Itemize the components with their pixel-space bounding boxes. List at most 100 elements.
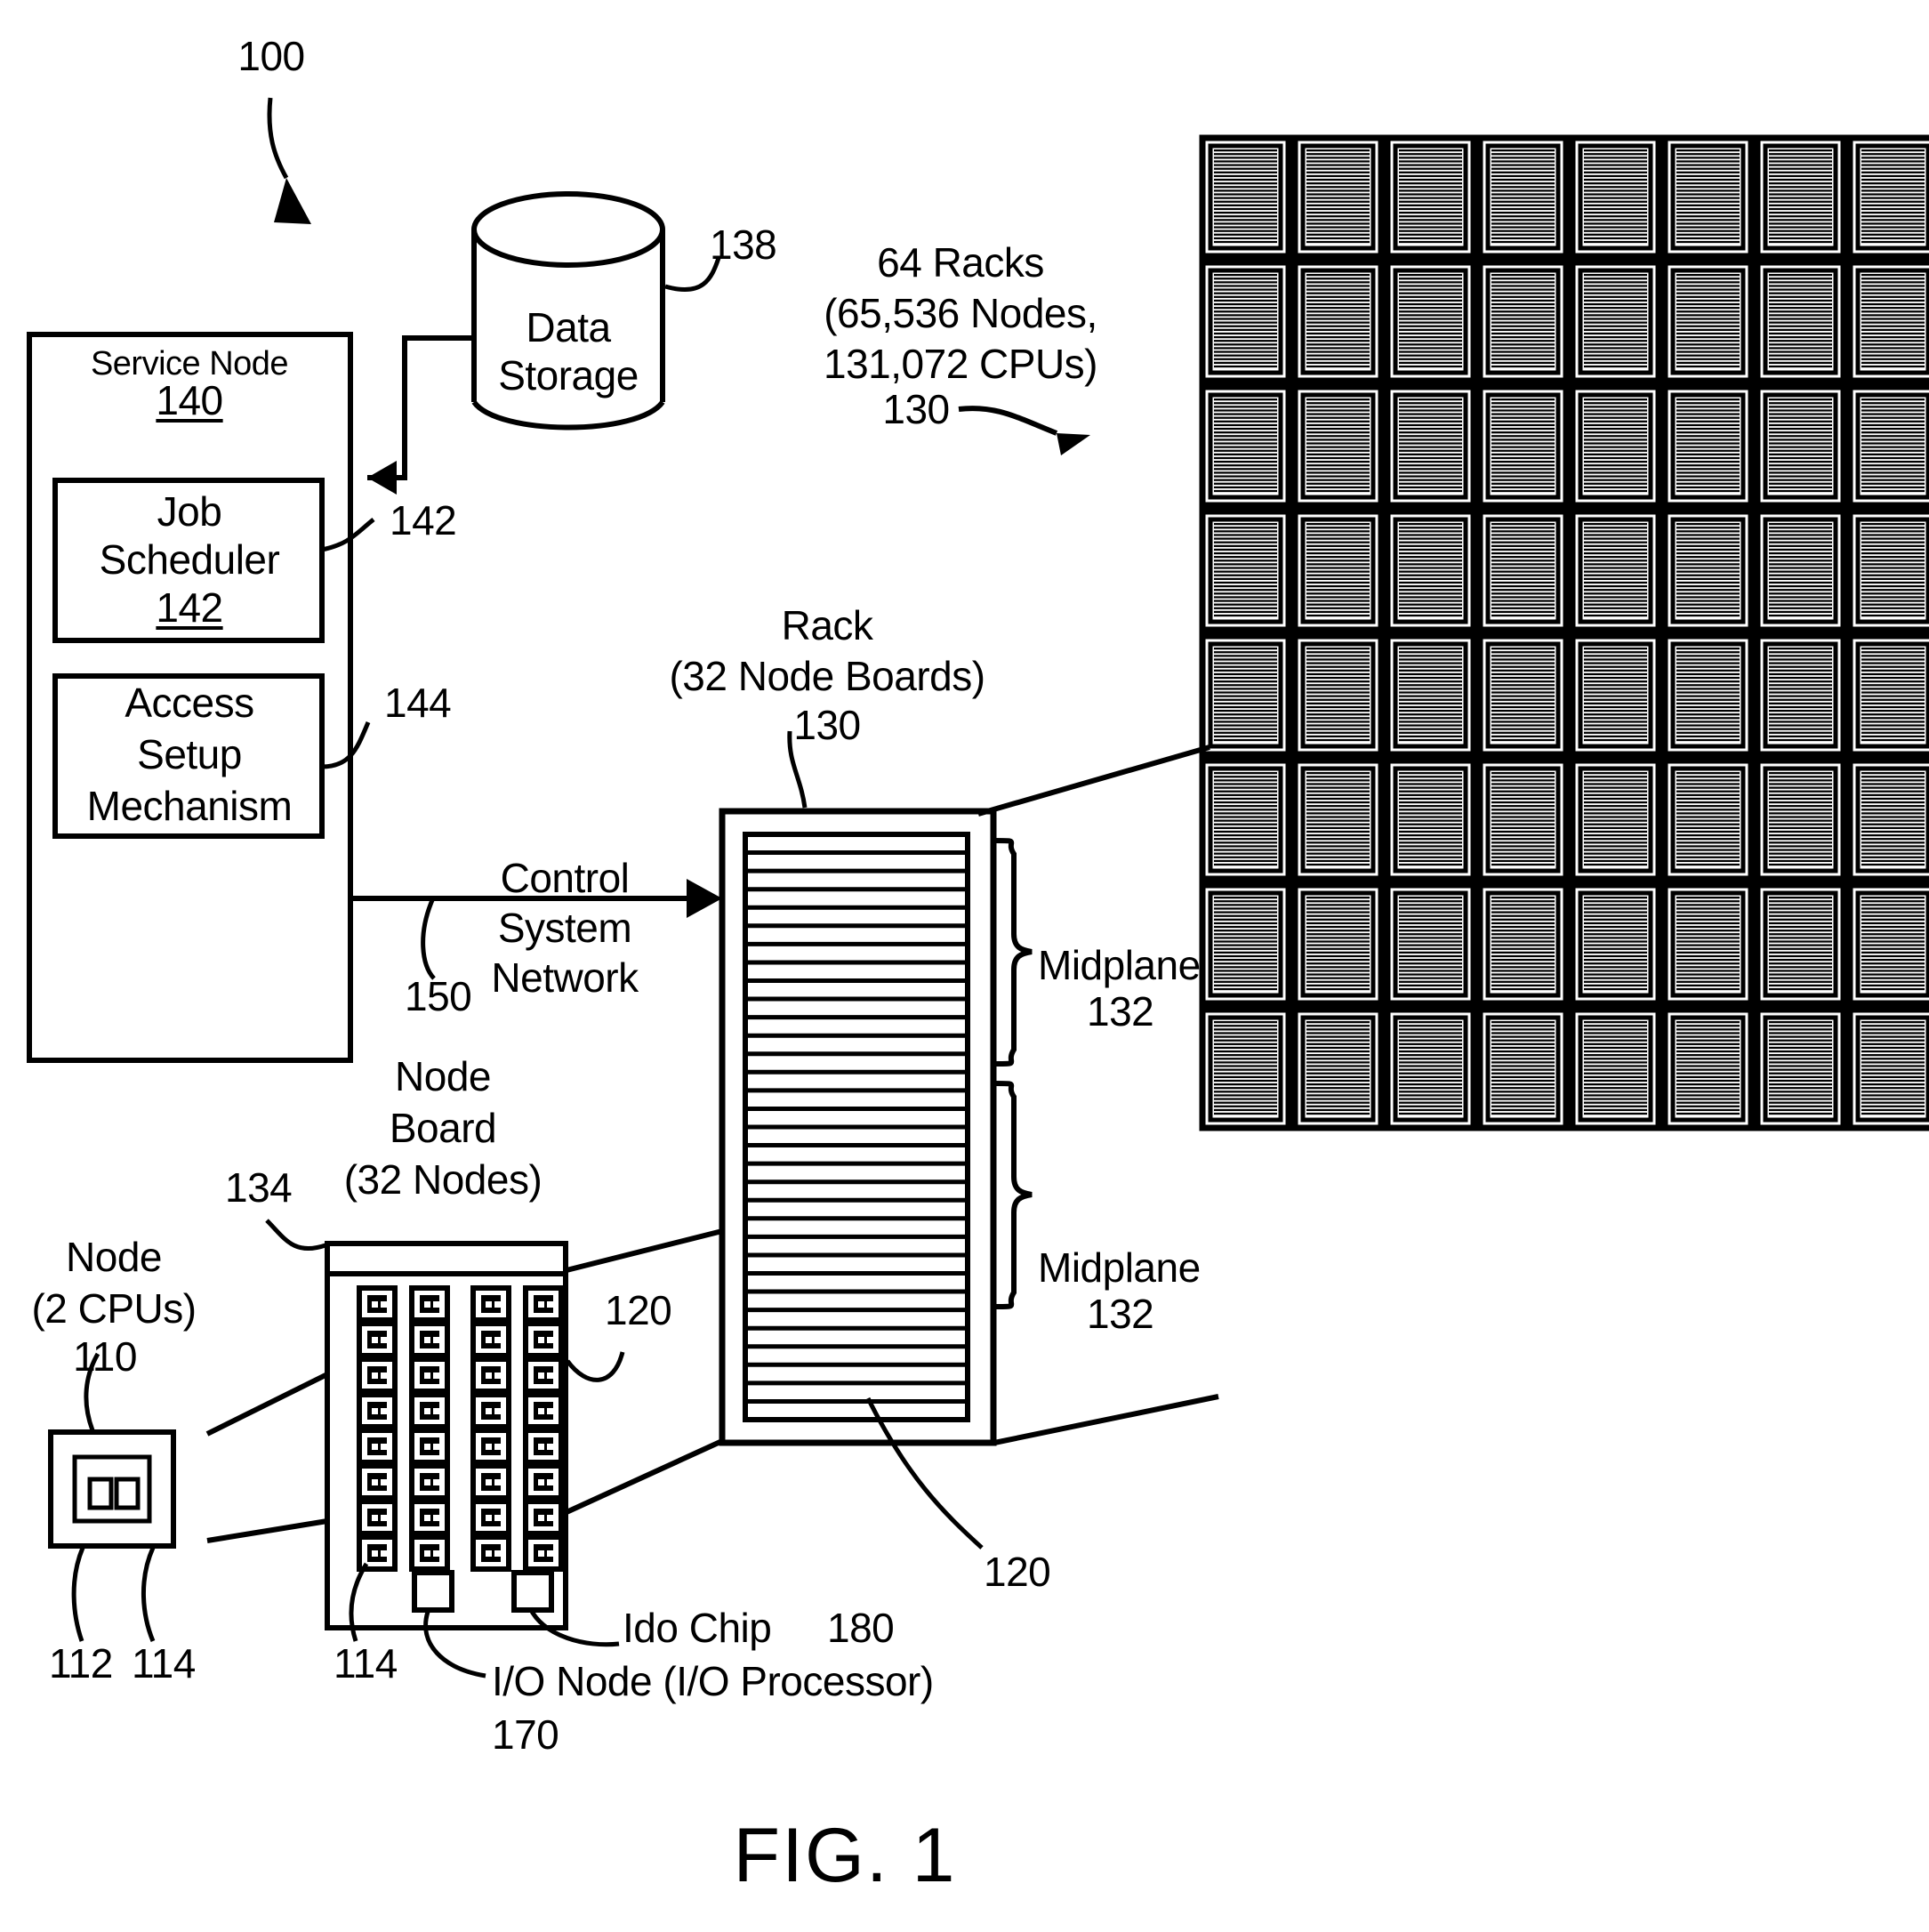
rack-slot-stripe [1214,332,1277,335]
rack-slot-stripe [1491,182,1555,185]
service-node-ref-140: 140 [156,377,223,423]
rack-slot-stripe [1769,420,1832,423]
rack-slot-stripe [1769,314,1832,317]
rack-slot-stripe [1861,157,1925,159]
rack-slot-stripe [1399,278,1462,280]
rack-slot-stripe [1491,171,1555,173]
rack-slot-stripe [1306,365,1370,368]
rack-slot-stripe [1861,1091,1925,1093]
rack-slot-stripe [1769,318,1832,320]
rack-slot-stripe [1214,947,1277,950]
rack-slot-stripe [1399,537,1462,540]
rack-slot-stripe [1491,954,1555,958]
rack-unit [1476,134,1570,260]
rack-slot-stripe [1214,1021,1277,1024]
rack-slot-stripe [1584,186,1647,189]
rack-slot-stripe [1769,1105,1832,1107]
rack-slot-stripe [1584,398,1647,401]
rack-slot-stripe [1306,797,1370,801]
node-chip-cpu-a [372,1550,378,1557]
rack-slot-stripe [1399,665,1462,668]
rack-slot-stripe [1306,1068,1370,1071]
rack-slot-stripe [1584,153,1647,156]
rack-slot-stripe [1399,534,1462,536]
rack-slot-stripe [1306,439,1370,441]
rack-slot-stripe [1861,738,1925,742]
rack-slot-stripe [1491,826,1555,829]
node-board-line3: (32 Nodes) [343,1156,543,1203]
node-chip-cpu-a [424,1373,430,1379]
midplane-lower-label: Midplane [1038,1244,1201,1291]
rack-slot-stripe [1769,904,1832,906]
center-rack-enclosure [719,808,997,1446]
rack-slot-stripe [1584,809,1647,811]
rack-slot-stripe [1676,563,1740,566]
rack-slot-stripe [1214,790,1277,793]
rack-slot-stripe [1861,475,1925,478]
rack-slot-stripe [1399,793,1462,796]
rack-slot-stripe [1584,695,1647,697]
rack-unit [1291,134,1385,260]
rack-slot-stripe [1861,922,1925,925]
rack-slot-stripe [1676,783,1740,785]
rack-slot-stripe [1584,925,1647,929]
rack-slot-stripe [1769,589,1832,592]
rack-slot-stripe [1399,153,1462,156]
rack-slot-stripe [1399,347,1462,350]
rack-slot-stripe [1491,735,1555,738]
rack-slot-stripe [1861,523,1925,526]
rack-slot-stripe [1676,281,1740,284]
rack-slot-stripe [1676,292,1740,294]
rack-slot-stripe [1769,819,1832,822]
rack-slot-stripe [1584,325,1647,327]
rack-unit [1199,508,1292,633]
rack-slot-stripe [1584,292,1647,294]
rack-slot-stripe [1399,977,1462,979]
rack-slot-stripe [1861,548,1925,551]
rack-slot-stripe [1676,1072,1740,1075]
rack-slot-stripe [1769,793,1832,796]
rack-slot-stripe [1676,797,1740,801]
rack-slot-stripe [1491,918,1555,921]
rack-slot-stripe [1676,182,1740,185]
rack-slot-stripe [1584,278,1647,280]
rack-slot-stripe [1676,852,1740,855]
rack-slot-stripe [1399,471,1462,474]
rack-slot-stripe [1491,669,1555,672]
rack-slot-stripe [1861,651,1925,654]
rack-slot-stripe [1399,1032,1462,1034]
rack-slot-stripe [1676,607,1740,609]
rack-unit [1754,134,1847,260]
rack-slot-stripe [1861,662,1925,664]
job-scheduler-ref-142: 142 [156,584,223,631]
rack-slot-stripe [1399,863,1462,866]
rack-slot-stripe [1676,1025,1740,1027]
rack-slot-stripe [1769,281,1832,284]
rack-slot-stripe [1306,182,1370,185]
rack-slot-stripe [1861,1072,1925,1075]
node-chip-cpu-b [381,1337,387,1343]
rack-slot-stripe [1306,1075,1370,1078]
rack-slot-stripe [1861,409,1925,412]
rack-slot-stripe [1491,527,1555,529]
rack-slot-stripe [1306,717,1370,720]
rack-slot-stripe [1491,914,1555,917]
rack-slot-stripe [1861,288,1925,291]
node-chip-cpu-a [372,1373,378,1379]
rack-slot-stripe [1214,783,1277,785]
rack-slot-stripe [1399,589,1462,592]
rack-slot-stripe [1861,193,1925,196]
rack-slot-stripe [1769,442,1832,445]
rack-slot-stripe [1306,544,1370,547]
rack-slot-stripe [1676,534,1740,536]
rack-slot-stripe [1676,823,1740,825]
rack-slot-stripe [1584,1112,1647,1115]
rack-slot-stripe [1399,1105,1462,1107]
node-chip [470,1285,511,1323]
rack-slot-stripe [1306,973,1370,976]
rack-slot-stripe [1491,786,1555,789]
rack-slot-stripe [1769,662,1832,664]
rack-slot-stripe [1214,970,1277,972]
rack-slot-stripe [1306,189,1370,192]
rack-slot-stripe [1306,713,1370,716]
